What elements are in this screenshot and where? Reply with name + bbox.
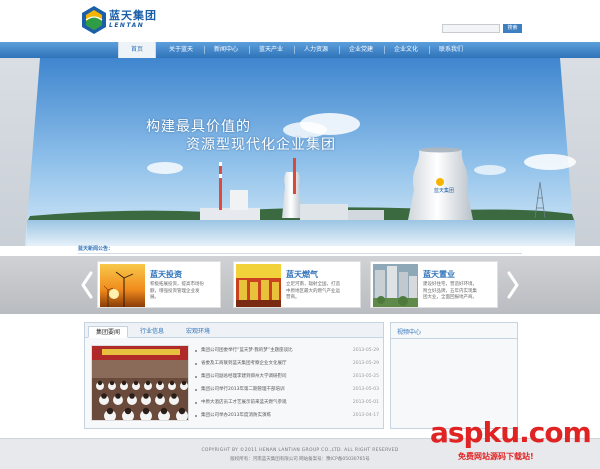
news-item[interactable]: 集团公司举行2013年第二期管理干部培训 2013-05-03 xyxy=(193,385,379,395)
search-button[interactable]: 搜索 xyxy=(503,24,522,33)
carousel-prev-arrow-icon[interactable] xyxy=(76,256,98,314)
tower-label: 蓝天集团 xyxy=(434,187,454,194)
logo-emblem-icon xyxy=(82,6,106,34)
gas-station-image xyxy=(236,264,281,307)
news-item-title[interactable]: 中原大酒店员工才艺展示前来蓝天燃气参观 xyxy=(201,398,287,408)
news-panel: 集团要闻 行业信息 宏观环境 集团公司团委举行“蓝天梦·我的梦”主题座谈比 20… xyxy=(84,322,384,429)
news-item-date: 2013-05-29 xyxy=(352,361,379,366)
news-item-title[interactable]: 省委及工商联到蓝天集团考察企业文化展厅 xyxy=(201,359,287,369)
nav-item-home[interactable]: 首页 xyxy=(118,42,156,58)
carousel-next-arrow-icon[interactable] xyxy=(502,256,524,314)
nav-item-party[interactable]: 企业党建 xyxy=(340,42,382,58)
news-notice-label: 蓝天新闻公告： xyxy=(78,246,114,252)
business-card-investment[interactable]: 蓝天投资 积极拓展投资，提高市场份额，增强投资管理企业发展。 xyxy=(97,261,221,308)
news-item[interactable]: 集团公司举办2013年度消防实演练 2013-04-17 xyxy=(193,411,379,421)
logo-text: 蓝天集团 xyxy=(109,9,157,22)
investment-wind-image xyxy=(100,264,145,307)
news-item-date: 2013-05-29 xyxy=(352,348,379,353)
business-card-real-estate[interactable]: 蓝天置业 建设好住宅，营造好环境，附立好品牌，五年内实现集团大业，全面回报地产商… xyxy=(370,261,498,308)
logo-subtitle: LENTAN xyxy=(109,22,145,29)
main-nav: 首页 关于蓝天 新闻中心 蓝天产业 人力资源 企业党建 企业文化 联系我们 xyxy=(0,42,600,58)
news-item-date: 2013-05-01 xyxy=(352,400,379,405)
card-description: 建设好住宅，营造好环境，附立好品牌，五年内实现集团大业，全面回报地产商。 xyxy=(423,282,477,300)
header: 蓝天集团 LENTAN 搜索 xyxy=(0,0,600,42)
bullet-icon xyxy=(195,389,197,391)
news-item[interactable]: 集团公司团委举行“蓝天梦·我的梦”主题座谈比 2013-05-29 xyxy=(193,346,379,356)
card-description: 立足河南，辐射全国，打造中原地区最大的燃气产业运营商。 xyxy=(286,282,340,300)
news-item-title[interactable]: 集团公司副总经理李建到郑州大学调研慰问 xyxy=(201,372,287,382)
business-card-gas[interactable]: 蓝天燃气 立足河南，辐射全国，打造中原地区最大的燃气产业运营商。 xyxy=(233,261,361,308)
nav-item-contact[interactable]: 联系我们 xyxy=(430,42,472,58)
news-item[interactable]: 中原大酒店员工才艺展示前来蓝天燃气参观 2013-05-01 xyxy=(193,398,379,408)
card-title: 蓝天燃气 xyxy=(286,270,318,279)
nav-item-news[interactable]: 新闻中心 xyxy=(205,42,247,58)
bullet-icon xyxy=(195,376,197,378)
video-divider xyxy=(391,338,517,339)
nav-item-hr[interactable]: 人力资源 xyxy=(295,42,337,58)
search-input[interactable] xyxy=(442,24,500,33)
hero-banner: 蓝天集团 构建最具价值的 资源型现代化企业集团 xyxy=(0,58,600,246)
card-description: 积极拓展投资，提高市场份额，增强投资管理企业发展。 xyxy=(150,282,204,300)
watermark-logo: aspku.com xyxy=(430,416,592,449)
card-title: 蓝天置业 xyxy=(423,270,455,279)
bullet-icon xyxy=(195,363,197,365)
card-title: 蓝天投资 xyxy=(150,270,182,279)
nav-item-industry[interactable]: 蓝天产业 xyxy=(250,42,292,58)
tab-macro-environment[interactable]: 宏观环境 xyxy=(177,326,219,338)
nav-item-about[interactable]: 关于蓝天 xyxy=(160,42,202,58)
news-item-title[interactable]: 集团公司举办2013年度消防实演练 xyxy=(201,411,271,421)
news-item-date: 2013-05-25 xyxy=(352,374,379,379)
nav-item-culture[interactable]: 企业文化 xyxy=(385,42,427,58)
video-center-panel: 视频中心 xyxy=(390,322,518,429)
news-item-title[interactable]: 集团公司举行2013年第二期管理干部培训 xyxy=(201,385,284,395)
video-center-title[interactable]: 视频中心 xyxy=(397,327,421,336)
news-item-title[interactable]: 集团公司团委举行“蓝天梦·我的梦”主题座谈比 xyxy=(201,346,293,356)
tab-group-news[interactable]: 集团要闻 xyxy=(88,326,128,338)
news-item-date: 2013-04-17 xyxy=(352,413,379,418)
real-estate-image xyxy=(373,264,418,307)
news-item-date: 2013-05-03 xyxy=(352,387,379,392)
news-item[interactable]: 省委及工商联到蓝天集团考察企业文化展厅 2013-05-29 xyxy=(193,359,379,369)
news-tabs: 集团要闻 行业信息 宏观环境 xyxy=(85,323,383,338)
bullet-icon xyxy=(195,402,197,404)
notice-divider xyxy=(78,253,522,254)
bullet-icon xyxy=(195,350,197,352)
news-photo-image[interactable] xyxy=(91,345,189,421)
banner-slogan-line1: 构建最具价值的 xyxy=(146,119,251,135)
bullet-icon xyxy=(195,415,197,417)
banner-slogan-line2: 资源型现代化企业集团 xyxy=(186,137,336,153)
watermark-subtitle: 免费网站源码下载站! xyxy=(458,452,534,461)
tab-industry-info[interactable]: 行业信息 xyxy=(132,326,172,338)
business-carousel: 蓝天投资 积极拓展投资，提高市场份额，增强投资管理企业发展。 蓝天燃气 立足河南… xyxy=(0,256,600,314)
news-item[interactable]: 集团公司副总经理李建到郑州大学调研慰问 2013-05-25 xyxy=(193,372,379,382)
